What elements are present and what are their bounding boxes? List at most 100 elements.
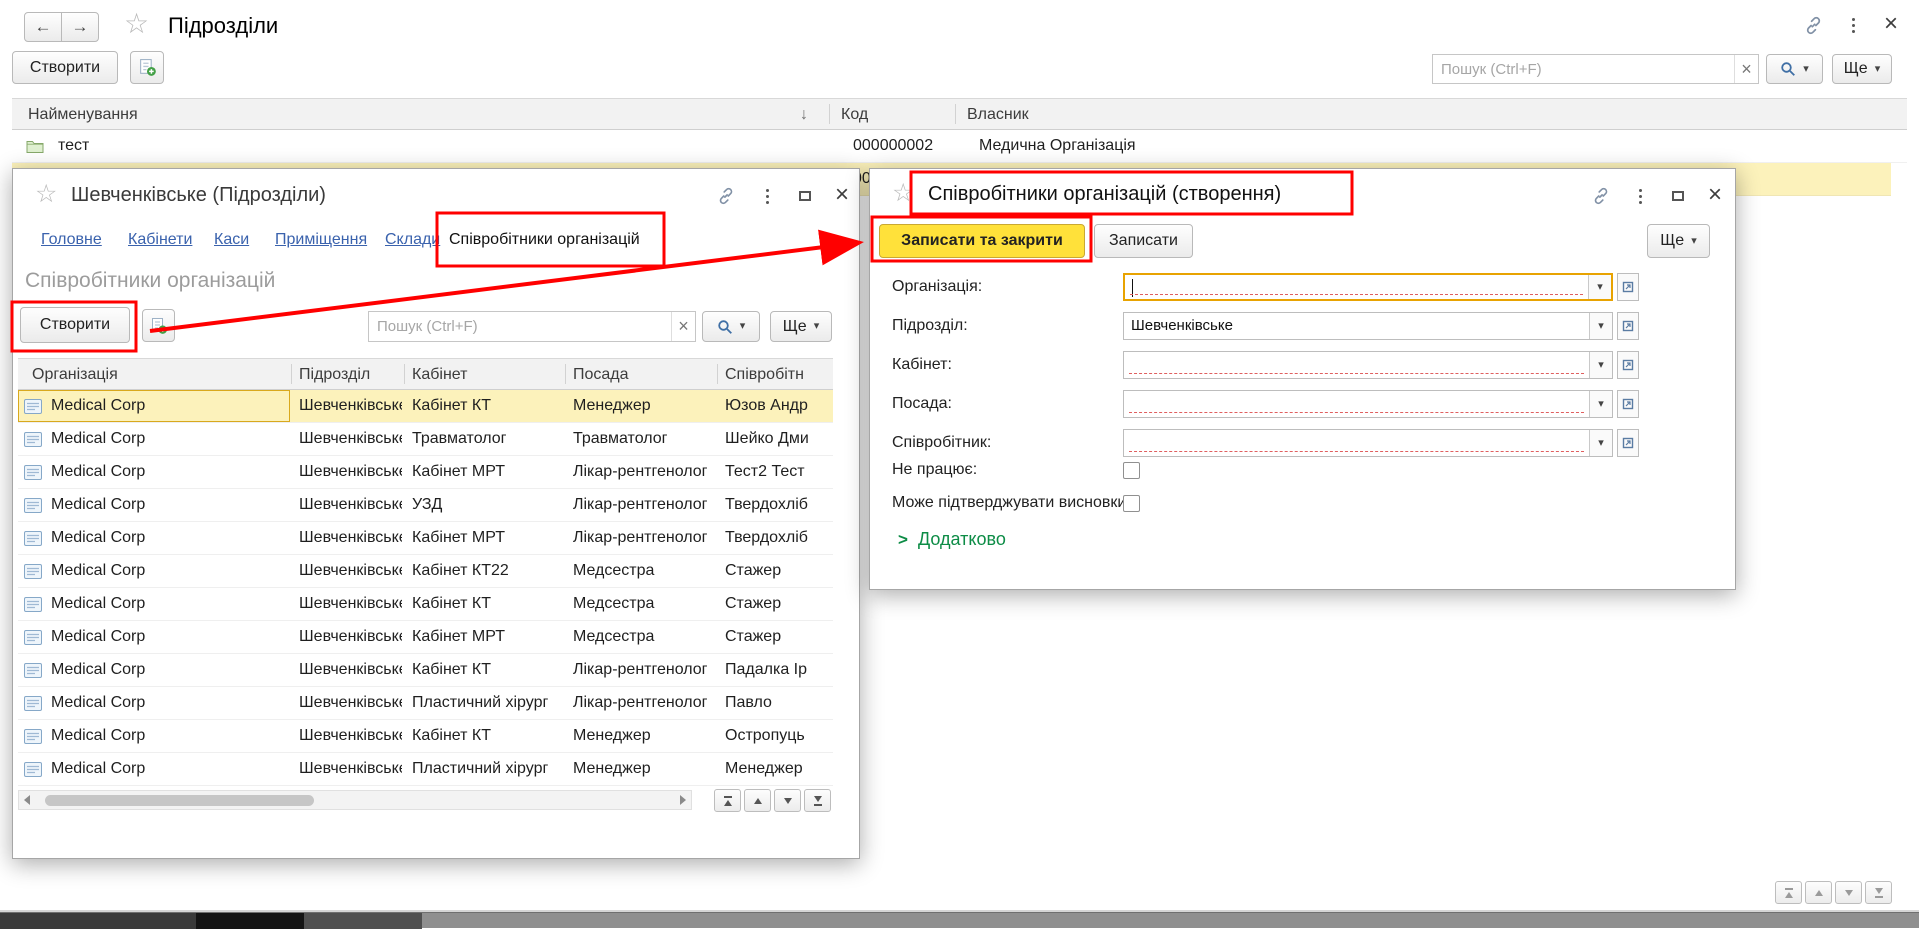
department-field[interactable]: Шевченківське ▾ <box>1123 312 1613 340</box>
get-link-icon[interactable] <box>1800 12 1826 38</box>
expander-chevron-icon[interactable]: > <box>898 530 908 550</box>
not-working-checkbox[interactable] <box>1123 462 1140 479</box>
forward-button[interactable]: → <box>61 12 99 42</box>
clear-search-icon[interactable]: × <box>671 312 695 341</box>
go-last-button[interactable] <box>804 789 831 812</box>
organization-field[interactable]: ▾ <box>1123 273 1613 301</box>
employee-row[interactable]: Medical CorpШевченківськеКабінет КТМенед… <box>18 390 833 423</box>
search-button[interactable]: ▾ <box>1766 54 1823 84</box>
go-prev-button[interactable] <box>744 789 771 812</box>
create-button[interactable]: Створити <box>12 51 118 84</box>
maximize-icon[interactable] <box>792 183 818 209</box>
favorite-star-icon[interactable]: ☆ <box>35 182 57 207</box>
favorite-star-icon[interactable]: ☆ <box>892 181 914 206</box>
employee-row[interactable]: Medical CorpШевченківськеПластичний хіру… <box>18 687 833 720</box>
get-link-icon[interactable] <box>1588 183 1614 209</box>
dropdown-button[interactable]: ▾ <box>1589 391 1612 417</box>
column-divider[interactable] <box>291 364 292 384</box>
employee-field[interactable]: ▾ <box>1123 429 1613 457</box>
cabinet-open-button[interactable] <box>1617 351 1639 379</box>
table-row[interactable]: тест 000000002 Медична Організація <box>12 130 1907 163</box>
save-button[interactable]: Записати <box>1094 224 1193 258</box>
can-confirm-checkbox[interactable] <box>1123 495 1140 512</box>
employee-row[interactable]: Medical CorpШевченківськеКабінет КТ22Мед… <box>18 555 833 588</box>
go-first-button[interactable] <box>714 789 741 812</box>
employee-row[interactable]: Medical CorpШевченківськеКабінет КТЛікар… <box>18 654 833 687</box>
employee-row[interactable]: Medical CorpШевченківськеКабінет КТМедсе… <box>18 588 833 621</box>
cabinet-field[interactable]: ▾ <box>1123 351 1613 379</box>
create-group-button[interactable] <box>142 309 175 342</box>
window-title: Шевченківське (Підрозділи) <box>71 184 326 207</box>
employee-row[interactable]: Medical CorpШевченківськеПластичний хіру… <box>18 753 833 786</box>
scroll-right-icon[interactable] <box>680 795 686 805</box>
scroll-left-icon[interactable] <box>24 795 30 805</box>
tab-main[interactable]: Головне <box>41 231 102 249</box>
column-header-employee[interactable]: Співробітн <box>725 366 804 384</box>
more-menu-icon[interactable] <box>754 183 780 209</box>
more-button[interactable]: Ще ▾ <box>1832 54 1892 84</box>
taskbar-segment[interactable] <box>0 913 196 929</box>
tab-cabinets[interactable]: Кабінети <box>128 231 192 249</box>
back-button[interactable]: ← <box>24 12 62 42</box>
additional-expander[interactable]: Додатково <box>918 529 1006 550</box>
employee-row[interactable]: Medical CorpШевченківськеТравматологТрав… <box>18 423 833 456</box>
department-open-button[interactable] <box>1617 312 1639 340</box>
employee-open-button[interactable] <box>1617 429 1639 457</box>
clear-search-icon[interactable]: × <box>1734 55 1758 83</box>
employee-row[interactable]: Medical CorpШевченківськеУЗДЛікар-рентге… <box>18 489 833 522</box>
go-first-button[interactable] <box>1775 881 1802 904</box>
tab-org-employees[interactable]: Співробітники організацій <box>449 231 640 249</box>
tab-cash[interactable]: Каси <box>214 231 249 249</box>
create-group-button[interactable] <box>130 51 164 84</box>
search-input[interactable] <box>1433 55 1734 83</box>
column-divider[interactable] <box>829 104 830 124</box>
column-header-owner[interactable]: Власник <box>967 106 1029 124</box>
favorite-star-icon[interactable]: ☆ <box>124 10 149 38</box>
taskbar-segment[interactable] <box>196 913 304 929</box>
organization-open-button[interactable] <box>1617 273 1639 301</box>
close-icon[interactable]: × <box>1878 11 1904 37</box>
go-prev-button[interactable] <box>1805 881 1832 904</box>
column-header-name[interactable]: Найменування <box>28 106 138 124</box>
tab-warehouses[interactable]: Склади <box>385 231 440 249</box>
search-input[interactable] <box>369 312 671 341</box>
employee-row[interactable]: Medical CorpШевченківськеКабінет КТМенед… <box>18 720 833 753</box>
save-and-close-button[interactable]: Записати та закрити <box>879 224 1085 258</box>
position-field[interactable]: ▾ <box>1123 390 1613 418</box>
column-header-organization[interactable]: Організація <box>32 366 118 384</box>
more-menu-icon[interactable] <box>1840 12 1866 38</box>
employee-row[interactable]: Medical CorpШевченківськеКабінет МРТЛіка… <box>18 522 833 555</box>
dropdown-button[interactable]: ▾ <box>1588 275 1611 299</box>
column-divider[interactable] <box>717 364 718 384</box>
column-divider[interactable] <box>955 104 956 124</box>
column-divider[interactable] <box>404 364 405 384</box>
more-menu-icon[interactable] <box>1627 183 1653 209</box>
dropdown-button[interactable]: ▾ <box>1589 352 1612 378</box>
more-button[interactable]: Ще ▾ <box>1647 224 1710 258</box>
more-button[interactable]: Ще ▾ <box>770 311 832 342</box>
scrollbar-thumb[interactable] <box>45 795 314 806</box>
go-next-button[interactable] <box>774 789 801 812</box>
go-last-button[interactable] <box>1865 881 1892 904</box>
close-icon[interactable]: × <box>1702 182 1728 208</box>
position-open-button[interactable] <box>1617 390 1639 418</box>
taskbar-segment[interactable] <box>304 913 422 929</box>
horizontal-scrollbar[interactable] <box>18 790 692 810</box>
column-header-position[interactable]: Посада <box>573 366 629 384</box>
column-header-code[interactable]: Код <box>841 106 868 124</box>
dropdown-button[interactable]: ▾ <box>1589 313 1612 339</box>
column-divider[interactable] <box>565 364 566 384</box>
label-department: Підрозділ: <box>892 312 968 340</box>
tab-rooms[interactable]: Приміщення <box>275 231 367 249</box>
close-icon[interactable]: × <box>829 182 855 208</box>
get-link-icon[interactable] <box>713 183 739 209</box>
column-header-department[interactable]: Підрозділ <box>299 366 370 384</box>
column-header-cabinet[interactable]: Кабінет <box>412 366 467 384</box>
employee-row[interactable]: Medical CorpШевченківськеКабінет МРТЛіка… <box>18 456 833 489</box>
dropdown-button[interactable]: ▾ <box>1589 430 1612 456</box>
maximize-icon[interactable] <box>1665 183 1691 209</box>
search-button[interactable]: ▾ <box>702 311 760 342</box>
go-next-button[interactable] <box>1835 881 1862 904</box>
create-employee-button[interactable]: Створити <box>20 307 130 343</box>
employee-row[interactable]: Medical CorpШевченківськеКабінет МРТМедс… <box>18 621 833 654</box>
